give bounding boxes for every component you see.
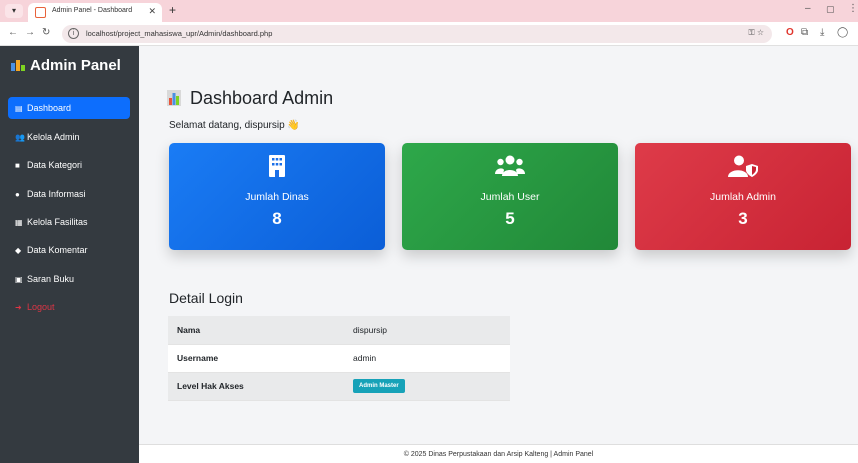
forward-icon[interactable]: → (25, 27, 35, 38)
table-row: Nama dispursip (168, 316, 510, 345)
sidebar-item-saran-buku[interactable]: ▣ Saran Buku (8, 268, 130, 290)
stat-card-value: 5 (505, 209, 515, 228)
access-level-badge: Admin Master (353, 379, 405, 393)
detail-value: dispursip (344, 316, 510, 345)
detail-key: Nama (168, 316, 344, 345)
sidebar-item-label: Dashboard (27, 103, 72, 113)
sidebar-item-kelola-admin[interactable]: 👥 Kelola Admin (8, 126, 130, 148)
sidebar-brand: Admin Panel (11, 57, 121, 75)
page-title: Dashboard Admin (167, 88, 333, 109)
sidebar-item-label: Data Kategori (27, 160, 83, 170)
sign-out-icon: ➜ (15, 303, 22, 312)
sidebar-item-data-informasi[interactable]: ● Data Informasi (8, 183, 130, 205)
favicon-icon (35, 7, 46, 18)
sidebar-brand-label: Admin Panel (30, 57, 121, 74)
footer: © 2025 Dinas Perpustakaan dan Arsip Kalt… (139, 444, 858, 463)
reload-icon[interactable]: ↻ (42, 27, 50, 38)
sidebar-item-logout[interactable]: ➜ Logout (8, 296, 130, 318)
users-cog-icon: 👥 (15, 133, 25, 142)
sidebar-item-label: Logout (27, 302, 55, 312)
detail-value: admin (344, 344, 510, 373)
chart-icon: ▤ (15, 104, 23, 113)
stat-card-value: 3 (738, 209, 748, 228)
detail-login-title: Detail Login (169, 290, 243, 306)
book-icon: ▣ (15, 275, 23, 284)
detail-key: Level Hak Akses (168, 372, 344, 401)
detail-login-table: Nama dispursip Username admin Level Hak … (168, 316, 510, 401)
comments-icon: ◆ (15, 246, 22, 255)
stat-card-dinas: Jumlah Dinas 8 (169, 143, 385, 250)
site-info-icon[interactable]: i (68, 28, 79, 39)
detail-key: Username (168, 344, 344, 373)
sidebar-item-kelola-fasilitas[interactable]: ▦ Kelola Fasilitas (8, 211, 130, 233)
sidebar-item-label: Kelola Admin (27, 132, 80, 142)
user-shield-icon (635, 155, 851, 179)
sidebar-item-label: Saran Buku (27, 274, 75, 284)
extensions-icon[interactable]: ⧉ (801, 27, 808, 38)
main-content: Dashboard Admin Selamat datang, dispursi… (139, 46, 858, 463)
users-icon (402, 155, 618, 179)
welcome-message: Selamat datang, dispursip 👋 (169, 120, 300, 131)
profile-icon[interactable]: ◯ (837, 27, 848, 38)
new-tab-icon[interactable]: + (169, 3, 176, 17)
address-bar[interactable]: i localhost/project_mahasiswa_upr/Admin/… (62, 25, 772, 43)
building-icon (169, 155, 385, 179)
close-window-icon[interactable]: ⋮ (848, 3, 858, 14)
detail-value-cell: Admin Master (344, 372, 510, 401)
stat-card-user: Jumlah User 5 (402, 143, 618, 250)
info-circle-icon: ● (15, 190, 20, 199)
back-icon[interactable]: ← (8, 27, 18, 38)
tab-close-icon[interactable]: ✕ (148, 6, 156, 17)
folder-icon: ■ (15, 161, 20, 170)
stat-card-admin: Jumlah Admin 3 (635, 143, 851, 250)
browser-tab[interactable]: Admin Panel - Dashboard ✕ (28, 3, 162, 22)
building-icon: ▦ (15, 218, 23, 227)
sidebar-item-dashboard[interactable]: ▤ Dashboard (8, 97, 130, 119)
tab-search-icon[interactable]: ▾ (5, 4, 23, 18)
chart-bar-icon (11, 58, 25, 75)
sidebar-item-data-komentar[interactable]: ◆ Data Komentar (8, 239, 130, 261)
browser-toolbar: ← → ↻ i localhost/project_mahasiswa_upr/… (0, 22, 858, 46)
browser-tab-bar: ▾ Admin Panel - Dashboard ✕ + – ▢ ⋮ (0, 0, 858, 22)
stat-card-label: Jumlah Dinas (245, 191, 309, 203)
table-row: Level Hak Akses Admin Master (168, 372, 510, 401)
sidebar-item-data-kategori[interactable]: ■ Data Kategori (8, 154, 130, 176)
sidebar: Admin Panel ▤ Dashboard 👥 Kelola Admin ■ Da… (0, 46, 139, 463)
sidebar-item-label: Data Informasi (27, 189, 86, 199)
stat-card-label: Jumlah Admin (710, 191, 776, 203)
opera-extension-icon[interactable]: O (786, 27, 794, 38)
tab-title: Admin Panel - Dashboard (52, 7, 133, 14)
sidebar-item-label: Kelola Fasilitas (27, 217, 88, 227)
stat-card-value: 8 (272, 209, 282, 228)
sidebar-item-label: Data Komentar (27, 245, 88, 255)
bookmark-star-icon[interactable]: ⚿ ☆ (749, 28, 764, 38)
restore-icon[interactable]: ▢ (826, 4, 835, 15)
url-text: localhost/project_mahasiswa_upr/Admin/da… (86, 29, 273, 38)
download-icon[interactable]: ⤓ (820, 27, 824, 38)
table-row: Username admin (168, 344, 510, 373)
stat-card-label: Jumlah User (480, 191, 540, 203)
page-title-text: Dashboard Admin (190, 88, 334, 108)
minimize-icon[interactable]: – (805, 3, 811, 14)
chart-bar-icon (167, 90, 181, 106)
